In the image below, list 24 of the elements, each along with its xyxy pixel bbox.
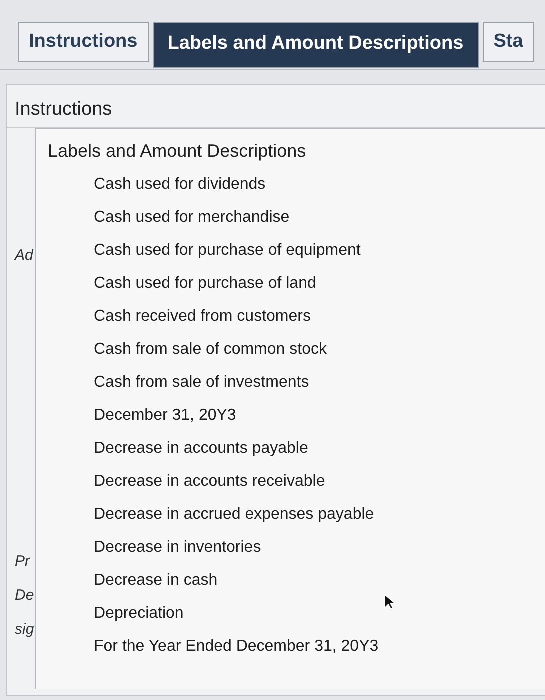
list-item[interactable]: Decrease in inventories (48, 531, 545, 564)
partial-text: Pr (14, 552, 30, 570)
tab[interactable]: Labels and Amount Descriptions (152, 22, 479, 68)
list-item[interactable]: Decrease in accounts payable (48, 432, 545, 465)
partial-text: De (14, 586, 34, 604)
list-item[interactable]: Cash used for purchase of equipment (48, 234, 545, 267)
list-item[interactable]: Cash from sale of investments (48, 366, 545, 399)
tab[interactable]: Instructions (18, 22, 149, 62)
list-item[interactable]: Decrease in cash (48, 564, 545, 597)
cursor-icon (384, 594, 396, 610)
tab[interactable]: Sta (482, 22, 534, 62)
list-item[interactable]: For the Year Ended December 31, 20Y3 (48, 630, 545, 663)
list-item[interactable]: Decrease in accrued expenses payable (48, 498, 545, 531)
list-item[interactable]: Depreciation (48, 597, 545, 630)
list-item[interactable]: Cash from sale of common stock (48, 333, 545, 366)
partial-text: Ad (13, 246, 34, 264)
list-item[interactable]: Cash used for merchandise (48, 201, 545, 234)
list-title: Labels and Amount Descriptions (48, 140, 308, 163)
list-item[interactable]: Decrease in accounts receivable (48, 465, 545, 498)
list-item[interactable]: Cash received from customers (48, 300, 545, 333)
list-item[interactable]: December 31, 20Y3 (48, 399, 545, 432)
partial-text: sig (14, 620, 34, 638)
list-item[interactable]: Cash used for purchase of land (48, 267, 545, 300)
list-item[interactable]: Cash used for dividends (48, 168, 545, 201)
